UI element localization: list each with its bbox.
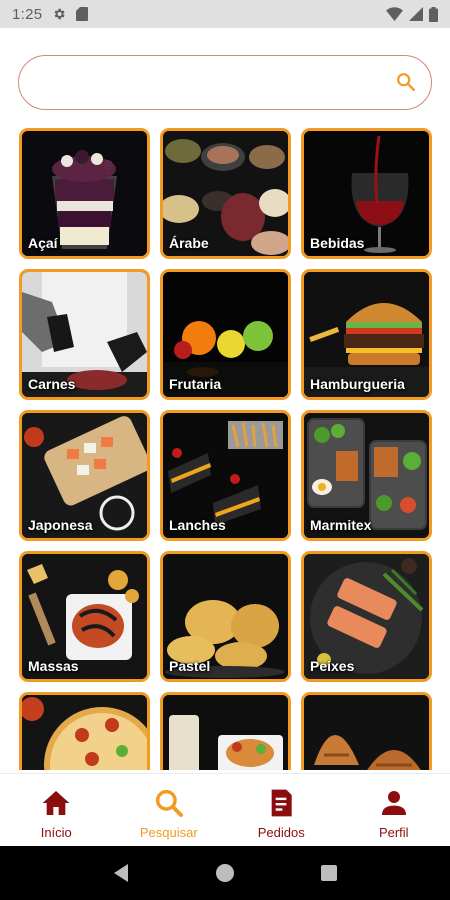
category-label: Japonesa <box>28 517 93 533</box>
person-icon <box>381 791 406 815</box>
category-label: Carnes <box>28 376 76 392</box>
category-label: Árabe <box>169 235 209 251</box>
category-label: Marmitex <box>310 517 372 533</box>
nav-pesquisar[interactable]: Pesquisar <box>113 774 226 846</box>
category-tile-bebidas[interactable]: Bebidas <box>301 128 432 259</box>
nav-pedidos[interactable]: Pedidos <box>225 774 338 846</box>
battery-icon <box>429 6 438 22</box>
category-tile-massas[interactable]: Massas <box>19 551 150 682</box>
pizza-image <box>22 695 147 770</box>
category-label: Açaí <box>28 235 58 251</box>
gear-icon <box>54 8 66 20</box>
search-input[interactable] <box>39 56 389 108</box>
status-bar: 1:25 <box>0 0 450 28</box>
back-icon[interactable] <box>112 863 130 883</box>
status-time: 1:25 <box>12 5 43 23</box>
category-tile-frutaria[interactable]: Frutaria <box>160 269 291 400</box>
category-tile-acai[interactable]: Açaí <box>19 128 150 259</box>
nav-label: Início <box>40 825 72 840</box>
category-label: Frutaria <box>169 376 222 392</box>
category-tile-carnes[interactable]: Carnes <box>19 269 150 400</box>
search-bar <box>18 55 432 110</box>
category-tile-lanches[interactable]: Lanches <box>160 410 291 541</box>
recents-icon[interactable] <box>320 864 338 882</box>
category-tile-wraps[interactable] <box>160 692 291 770</box>
category-tile-padaria[interactable] <box>301 692 432 770</box>
signal-icon <box>409 7 423 21</box>
category-tile-pizza[interactable] <box>19 692 150 770</box>
category-tile-arabe[interactable]: Árabe <box>160 128 291 259</box>
sd-card-icon <box>76 7 89 21</box>
category-tile-japonesa[interactable]: Japonesa <box>19 410 150 541</box>
category-label: Massas <box>28 658 79 674</box>
nav-inicio[interactable]: Início <box>0 774 113 846</box>
padaria-image <box>304 695 429 770</box>
bottom-nav: Início Pesquisar Pedidos Perfil <box>0 773 450 846</box>
receipt-icon <box>271 789 292 817</box>
search-icon[interactable] <box>395 71 417 93</box>
wraps-image <box>163 695 288 770</box>
category-grid: Açaí Árabe Bebidas Carnes Frutaria Hambu… <box>19 128 432 770</box>
category-label: Bebidas <box>310 235 365 251</box>
category-tile-pastel[interactable]: Pastel <box>160 551 291 682</box>
category-label: Hamburgueria <box>310 376 405 392</box>
category-label: Pastel <box>169 658 211 674</box>
category-tile-marmitex[interactable]: Marmitex <box>301 410 432 541</box>
nav-label: Pedidos <box>257 825 305 840</box>
category-label: Lanches <box>169 517 226 533</box>
nav-label: Perfil <box>378 825 409 840</box>
system-nav-bar <box>0 846 450 900</box>
wifi-icon <box>386 7 403 21</box>
home-icon <box>42 791 70 815</box>
category-label: Peixes <box>310 658 355 674</box>
nav-label: Pesquisar <box>139 825 198 840</box>
nav-perfil[interactable]: Perfil <box>338 774 450 846</box>
home-circle-icon[interactable] <box>215 863 235 883</box>
category-tile-peixes[interactable]: Peixes <box>301 551 432 682</box>
search-icon <box>155 789 183 817</box>
category-tile-hamburgueria[interactable]: Hamburgueria <box>301 269 432 400</box>
